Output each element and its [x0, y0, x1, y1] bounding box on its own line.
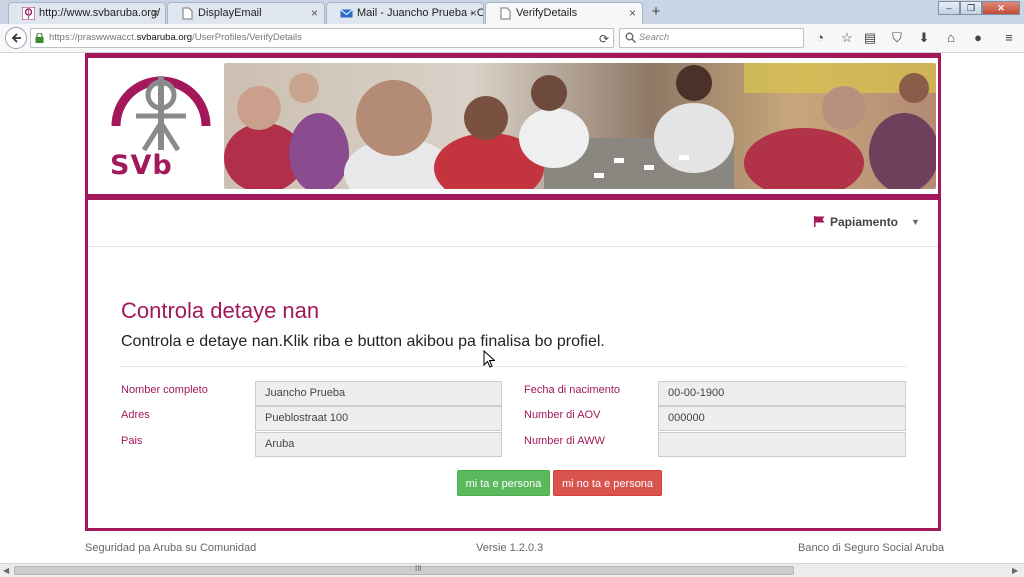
- page-icon: [500, 7, 511, 20]
- footer-version: Versie 1.2.0.3: [476, 542, 544, 554]
- scroll-right-icon[interactable]: ▶: [1012, 566, 1018, 575]
- url-prefix: https://praswwwacct.: [49, 32, 137, 43]
- nav-divider: [88, 246, 938, 247]
- deny-identity-button[interactable]: mi no ta e persona: [553, 470, 662, 496]
- field-full-name: Juancho Prueba: [255, 381, 502, 406]
- home-icon[interactable]: ⌂: [943, 30, 959, 46]
- page-subtitle: Controla e detaye nan.Klik riba e button…: [121, 333, 605, 350]
- download-icon[interactable]: ⬇: [916, 30, 932, 46]
- back-arrow-icon: [11, 33, 21, 43]
- lock-icon: [35, 33, 44, 43]
- flag-icon: [814, 216, 825, 227]
- language-label: Papiamento: [830, 215, 899, 229]
- tab-close-icon[interactable]: ×: [311, 3, 318, 23]
- address-bar[interactable]: https://praswwwacct.svbaruba.org/UserPro…: [30, 28, 614, 48]
- tab-mail[interactable]: Mail - Juancho Prueba - O... ×: [326, 2, 484, 24]
- restore-icon[interactable]: ❐: [960, 1, 982, 15]
- back-button[interactable]: [5, 27, 27, 49]
- language-selector[interactable]: Papiamento ▼: [812, 214, 920, 230]
- reload-icon[interactable]: ⟳: [599, 30, 609, 48]
- scrollbar-thumb[interactable]: III: [14, 564, 794, 575]
- svb-favicon-icon: [22, 7, 35, 20]
- field-address: Pueblostraat 100: [255, 406, 502, 431]
- window-controls: – ❐ ✕: [938, 1, 1020, 15]
- search-placeholder: Search: [639, 32, 670, 43]
- tab-svbaruba[interactable]: http://www.svbaruba.org/ ×: [8, 2, 166, 24]
- page-icon: [182, 7, 193, 20]
- scrollbar-grip: III: [415, 564, 422, 573]
- reading-list-icon[interactable]: ▤: [862, 30, 878, 46]
- field-aww-number: [658, 432, 906, 457]
- footer-left: Seguridad pa Aruba su Comunidad: [85, 542, 257, 554]
- tab-close-icon[interactable]: ×: [629, 3, 636, 23]
- label-aww-number: Number di AWW: [524, 435, 605, 447]
- banner-photo: [224, 63, 936, 189]
- tab-strip: http://www.svbaruba.org/ × DisplayEmail …: [0, 0, 1024, 25]
- horizontal-scrollbar[interactable]: ◀ III ▶: [0, 563, 1024, 577]
- close-window-icon[interactable]: ✕: [982, 1, 1020, 15]
- url-path: /UserProfiles/VerifyDetails: [192, 32, 302, 43]
- mail-icon: [340, 9, 353, 18]
- search-icon: [625, 32, 636, 43]
- url-domain: svbaruba.org: [136, 32, 193, 43]
- tab-verifydetails[interactable]: VerifyDetails ×: [485, 2, 643, 25]
- minimize-icon[interactable]: –: [938, 1, 960, 15]
- label-aov-number: Number di AOV: [524, 409, 601, 421]
- header-banner: SVb: [88, 58, 938, 194]
- chat-icon[interactable]: ●: [970, 30, 986, 46]
- scroll-left-icon[interactable]: ◀: [3, 566, 9, 575]
- tab-close-icon[interactable]: ×: [152, 3, 159, 23]
- confirm-identity-button[interactable]: mi ta e persona: [457, 470, 550, 496]
- footer-right: Banco di Seguro Social Aruba: [798, 542, 945, 554]
- tab-title: DisplayEmail: [198, 7, 262, 19]
- tab-displayemail[interactable]: DisplayEmail ×: [167, 2, 325, 24]
- tab-title: Mail - Juancho Prueba - O...: [357, 7, 484, 19]
- new-tab-button[interactable]: +: [647, 3, 665, 21]
- field-aov-number: 000000: [658, 406, 906, 431]
- pocket-icon[interactable]: ⛉: [889, 30, 905, 46]
- label-country: Pais: [121, 435, 143, 447]
- bookmark-star-icon[interactable]: ☆: [839, 30, 855, 46]
- label-address: Adres: [121, 409, 150, 421]
- history-icon[interactable]: ◔: [812, 30, 828, 46]
- tab-title: VerifyDetails: [516, 7, 578, 19]
- chevron-down-icon: ▼: [911, 217, 920, 227]
- search-input[interactable]: Search: [619, 28, 804, 48]
- logo-text: SVb: [110, 150, 173, 181]
- mouse-cursor-icon: [483, 350, 495, 368]
- tab-title: http://www.svbaruba.org/: [39, 7, 161, 19]
- field-birth-date: 00-00-1900: [658, 381, 906, 406]
- tab-close-icon[interactable]: ×: [470, 3, 477, 23]
- menu-icon[interactable]: ≡: [1001, 30, 1017, 46]
- label-full-name: Nomber completo: [121, 384, 208, 396]
- label-birth-date: Fecha di nacimento: [524, 384, 620, 396]
- banner-divider: [88, 194, 938, 200]
- section-divider: [121, 366, 907, 367]
- page-title: Controla detaye nan: [121, 298, 320, 323]
- field-country: Aruba: [255, 432, 502, 457]
- page-container: SVb Papiamento ▼ Controla detaye nan Con…: [85, 53, 941, 531]
